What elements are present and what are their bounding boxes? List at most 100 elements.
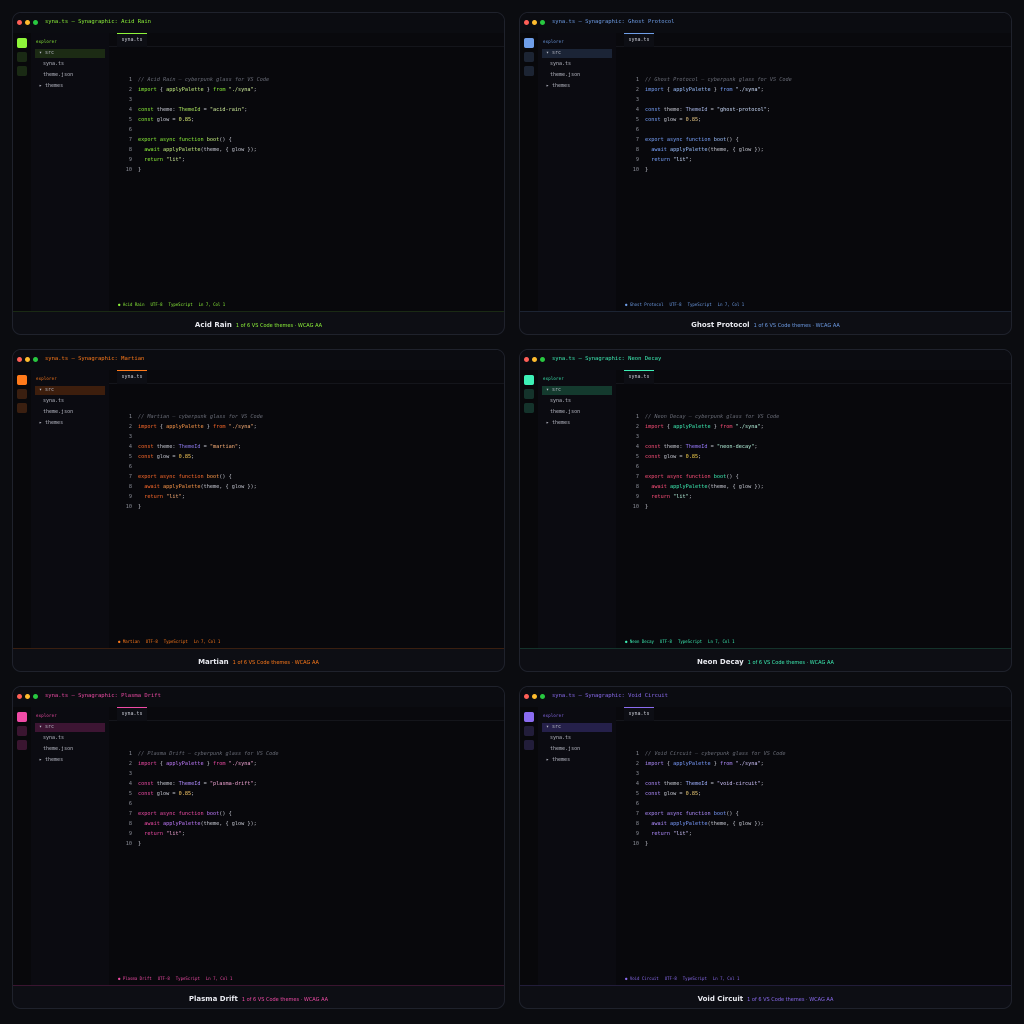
- tree-file-syna-ts[interactable]: syna.ts: [39, 60, 109, 69]
- source-control-icon[interactable]: [524, 403, 534, 413]
- source-control-icon[interactable]: [524, 66, 534, 76]
- tab-syna-ts[interactable]: syna.ts: [624, 707, 654, 721]
- tree-file-syna-ts[interactable]: syna.ts: [546, 397, 616, 406]
- status-cursor-position[interactable]: Ln 7, Col 1: [194, 639, 221, 644]
- line-number: 10: [632, 504, 639, 510]
- code-editor[interactable]: 1 // Ghost Protocol — cyberpunk glass for…: [616, 47, 1011, 299]
- status-encoding[interactable]: UTF-8: [665, 976, 677, 981]
- status-encoding[interactable]: UTF-8: [670, 302, 682, 307]
- search-icon[interactable]: [524, 726, 534, 736]
- explorer-icon[interactable]: [17, 38, 27, 48]
- explorer-icon[interactable]: [524, 375, 534, 385]
- close-window-button[interactable]: [524, 357, 529, 362]
- explorer-icon[interactable]: [17, 712, 27, 722]
- code-line: 2 import { applyPalette } from "./syna";: [616, 759, 764, 769]
- tree-folder-src[interactable]: ▾ src: [35, 49, 105, 58]
- tree-folder-themes[interactable]: ▸ themes: [542, 419, 612, 428]
- code-token: =: [707, 107, 717, 113]
- maximize-window-button[interactable]: [33, 694, 38, 699]
- search-icon[interactable]: [17, 389, 27, 399]
- tab-syna-ts[interactable]: syna.ts: [117, 370, 147, 384]
- code-token: {: [663, 424, 674, 430]
- status-encoding[interactable]: UTF-8: [660, 639, 672, 644]
- source-control-icon[interactable]: [17, 403, 27, 413]
- code-editor[interactable]: 1 // Acid Rain — cyberpunk glass for VS C…: [109, 47, 504, 299]
- editor-window: syna.ts — Synagraphic: Neon Decay EXPLORE…: [520, 350, 1011, 649]
- source-control-icon[interactable]: [17, 740, 27, 750]
- maximize-window-button[interactable]: [540, 357, 545, 362]
- code-editor[interactable]: 1 // Void Circuit — cyberpunk glass for V…: [616, 721, 1011, 973]
- minimize-window-button[interactable]: [25, 357, 30, 362]
- maximize-window-button[interactable]: [33, 357, 38, 362]
- source-control-icon[interactable]: [17, 66, 27, 76]
- tree-folder-themes[interactable]: ▸ themes: [542, 82, 612, 91]
- minimize-window-button[interactable]: [532, 694, 537, 699]
- search-icon[interactable]: [17, 52, 27, 62]
- tree-file-syna-ts[interactable]: syna.ts: [546, 60, 616, 69]
- maximize-window-button[interactable]: [540, 20, 545, 25]
- tree-file-theme-json[interactable]: theme.json: [39, 71, 109, 80]
- close-window-button[interactable]: [524, 20, 529, 25]
- status-encoding[interactable]: UTF-8: [158, 976, 170, 981]
- tab-syna-ts[interactable]: syna.ts: [117, 707, 147, 721]
- tab-syna-ts[interactable]: syna.ts: [624, 370, 654, 384]
- tree-folder-themes[interactable]: ▸ themes: [35, 82, 105, 91]
- explorer-icon[interactable]: [524, 712, 534, 722]
- status-language[interactable]: TypeScript: [678, 639, 702, 644]
- code-editor[interactable]: 1 // Neon Decay — cyberpunk glass for VS …: [616, 384, 1011, 636]
- tree-folder-themes[interactable]: ▸ themes: [542, 756, 612, 765]
- status-cursor-position[interactable]: Ln 7, Col 1: [718, 302, 745, 307]
- minimize-window-button[interactable]: [532, 20, 537, 25]
- tree-folder-src[interactable]: ▾ src: [35, 723, 105, 732]
- minimize-window-button[interactable]: [25, 694, 30, 699]
- tree-file-syna-ts[interactable]: syna.ts: [546, 734, 616, 743]
- close-window-button[interactable]: [524, 694, 529, 699]
- tree-folder-themes[interactable]: ▸ themes: [35, 756, 105, 765]
- source-control-icon[interactable]: [524, 740, 534, 750]
- status-encoding[interactable]: UTF-8: [151, 302, 163, 307]
- close-window-button[interactable]: [17, 20, 22, 25]
- code-editor[interactable]: 1 // Plasma Drift — cyberpunk glass for V…: [109, 721, 504, 973]
- status-language[interactable]: TypeScript: [169, 302, 193, 307]
- tree-file-theme-json[interactable]: theme.json: [39, 408, 109, 417]
- tree-folder-themes[interactable]: ▸ themes: [35, 419, 105, 428]
- tree-file-syna-ts[interactable]: syna.ts: [39, 397, 109, 406]
- status-language[interactable]: TypeScript: [683, 976, 707, 981]
- tree-folder-src[interactable]: ▾ src: [35, 386, 105, 395]
- theme-caption: Neon Decay 1 of 6 VS Code themes · WCAG A…: [520, 647, 1011, 671]
- close-window-button[interactable]: [17, 694, 22, 699]
- tree-folder-src[interactable]: ▾ src: [542, 49, 612, 58]
- maximize-window-button[interactable]: [540, 694, 545, 699]
- status-language[interactable]: TypeScript: [688, 302, 712, 307]
- search-icon[interactable]: [17, 726, 27, 736]
- search-icon[interactable]: [524, 52, 534, 62]
- explorer-icon[interactable]: [17, 375, 27, 385]
- tree-file-theme-json[interactable]: theme.json: [546, 71, 616, 80]
- close-window-button[interactable]: [17, 357, 22, 362]
- code-token: theme:: [153, 444, 179, 450]
- explorer-label: EXPLORER: [543, 39, 564, 44]
- status-cursor-position[interactable]: Ln 7, Col 1: [199, 302, 226, 307]
- status-cursor-position[interactable]: Ln 7, Col 1: [708, 639, 735, 644]
- status-language[interactable]: TypeScript: [176, 976, 200, 981]
- search-icon[interactable]: [524, 389, 534, 399]
- tree-file-theme-json[interactable]: theme.json: [546, 745, 616, 754]
- status-cursor-position[interactable]: Ln 7, Col 1: [206, 976, 233, 981]
- tree-file-theme-json[interactable]: theme.json: [546, 408, 616, 417]
- explorer-icon[interactable]: [524, 38, 534, 48]
- tree-file-theme-json[interactable]: theme.json: [39, 745, 109, 754]
- status-language[interactable]: TypeScript: [164, 639, 188, 644]
- code-token: ;: [760, 761, 764, 767]
- code-editor[interactable]: 1 // Martian — cyberpunk glass for VS Cod…: [109, 384, 504, 636]
- tree-folder-src[interactable]: ▾ src: [542, 723, 612, 732]
- status-cursor-position[interactable]: Ln 7, Col 1: [713, 976, 740, 981]
- tab-syna-ts[interactable]: syna.ts: [624, 33, 654, 47]
- tree-file-syna-ts[interactable]: syna.ts: [39, 734, 109, 743]
- tab-syna-ts[interactable]: syna.ts: [117, 33, 147, 47]
- status-encoding[interactable]: UTF-8: [146, 639, 158, 644]
- maximize-window-button[interactable]: [33, 20, 38, 25]
- minimize-window-button[interactable]: [25, 20, 30, 25]
- code-token: ;: [688, 494, 692, 500]
- minimize-window-button[interactable]: [532, 357, 537, 362]
- tree-folder-src[interactable]: ▾ src: [542, 386, 612, 395]
